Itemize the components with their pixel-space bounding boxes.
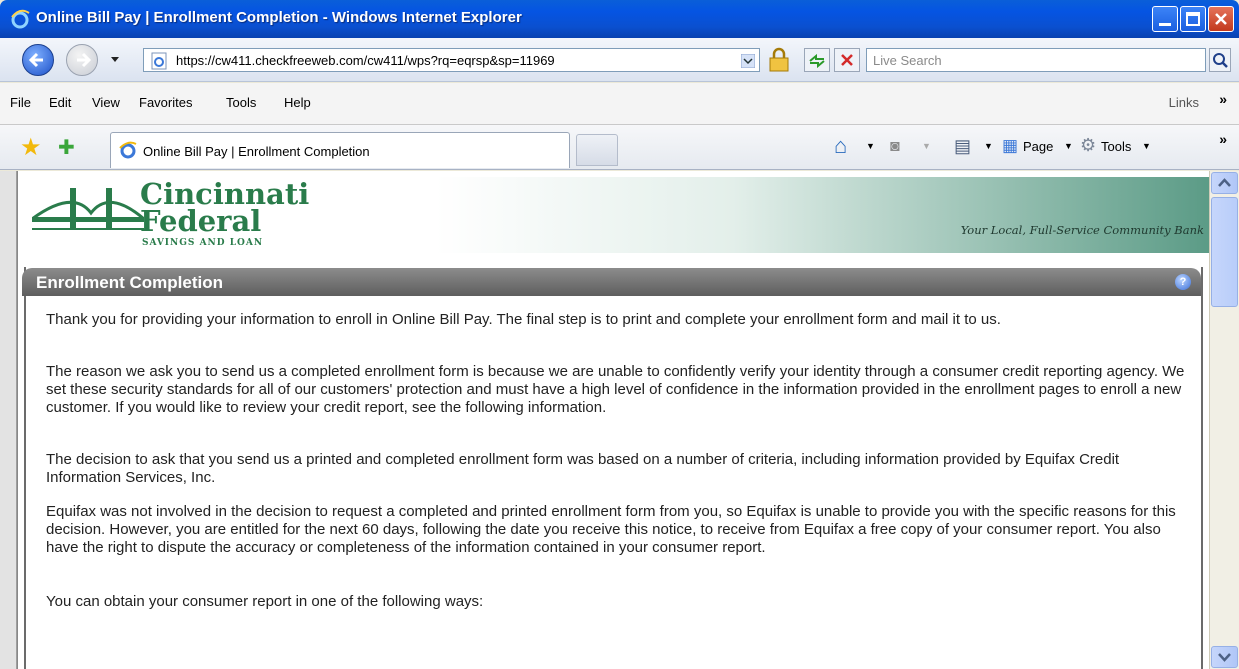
help-icon[interactable]: ?: [1175, 274, 1191, 290]
menu-tools[interactable]: Tools: [226, 95, 256, 110]
tab-bar: ★ ✚ Online Bill Pay | Enrollment Complet…: [0, 125, 1239, 170]
address-dropdown-icon[interactable]: [741, 54, 755, 68]
paragraph-equifax: Equifax was not involved in the decision…: [46, 503, 1176, 556]
menu-favorites[interactable]: Favorites: [139, 95, 192, 110]
close-icon: [1215, 13, 1227, 25]
feeds-icon[interactable]: ◙: [890, 138, 900, 156]
panel-header: Enrollment Completion ?: [22, 268, 1201, 296]
paragraph-decision: The decision to ask that you send us a p…: [46, 451, 1120, 486]
bank-name-line2: Federal: [140, 204, 262, 238]
add-favorite-icon[interactable]: ✚: [58, 135, 75, 160]
refresh-icon: [809, 53, 825, 69]
refresh-button[interactable]: [804, 48, 830, 72]
forward-arrow-icon: [77, 52, 92, 68]
search-placeholder: Live Search: [873, 53, 942, 68]
stop-button[interactable]: [834, 48, 860, 72]
search-icon: [1213, 53, 1228, 68]
lock-icon[interactable]: [767, 47, 791, 73]
close-button[interactable]: [1208, 6, 1234, 32]
back-button[interactable]: [22, 44, 54, 76]
page-viewport: Cincinnati Federal SAVINGS AND LOAN Your…: [17, 171, 1209, 669]
vertical-scrollbar[interactable]: [1209, 171, 1239, 669]
menu-file[interactable]: File: [10, 95, 31, 110]
window-title-bar[interactable]: Online Bill Pay | Enrollment Completion …: [0, 0, 1239, 38]
links-toolbar[interactable]: Links: [1169, 95, 1199, 110]
address-input[interactable]: https://cw411.checkfreeweb.com/cw411/wps…: [143, 48, 760, 72]
bank-tagline: Your Local, Full-Service Community Bank: [960, 223, 1204, 237]
menu-edit[interactable]: Edit: [49, 95, 71, 110]
menu-help[interactable]: Help: [284, 95, 311, 110]
tab-active[interactable]: Online Bill Pay | Enrollment Completion: [110, 132, 570, 168]
bank-subtitle: SAVINGS AND LOAN: [142, 238, 264, 248]
page-icon: [151, 52, 167, 70]
page-title: Enrollment Completion: [36, 273, 223, 292]
page-dropdown-icon[interactable]: ▼: [1064, 141, 1073, 151]
bank-logo-name: Cincinnati Federal: [140, 180, 309, 238]
chevron-up-icon: [1218, 178, 1231, 187]
page-menu-icon: ▦: [1002, 136, 1019, 155]
search-input[interactable]: Live Search: [866, 48, 1206, 72]
ie-logo-icon: [11, 9, 30, 29]
scroll-up-button[interactable]: [1211, 172, 1238, 194]
tools-menu[interactable]: Tools: [1101, 139, 1131, 154]
stop-icon: [841, 54, 853, 66]
maximize-button[interactable]: [1180, 6, 1206, 32]
address-url: https://cw411.checkfreeweb.com/cw411/wps…: [176, 53, 555, 68]
chevron-more-icon[interactable]: »: [1219, 131, 1227, 147]
paragraph-intro: Thank you for providing your information…: [46, 311, 1001, 328]
minimize-button[interactable]: [1152, 6, 1178, 32]
menu-view[interactable]: View: [92, 95, 120, 110]
history-dropdown-icon[interactable]: [110, 56, 120, 64]
home-dropdown-icon[interactable]: ▼: [866, 141, 875, 151]
left-frame-border: [0, 171, 17, 669]
tools-dropdown-icon[interactable]: ▼: [1142, 141, 1151, 151]
home-icon[interactable]: ⌂: [834, 133, 847, 159]
window-title: Online Bill Pay | Enrollment Completion …: [36, 9, 522, 26]
address-bar: https://cw411.checkfreeweb.com/cw411/wps…: [0, 38, 1239, 82]
chevron-more-icon[interactable]: »: [1219, 91, 1227, 107]
forward-button[interactable]: [66, 44, 98, 76]
scroll-thumb[interactable]: [1211, 197, 1238, 307]
paragraph-obtain: You can obtain your consumer report in o…: [46, 593, 484, 610]
chevron-down-icon: [1218, 653, 1231, 662]
paragraph-reason: The reason we ask you to send us a compl…: [46, 363, 1185, 416]
ie-tab-icon: [119, 141, 137, 159]
print-icon[interactable]: ▤: [954, 136, 971, 157]
tab-label: Online Bill Pay | Enrollment Completion: [143, 144, 370, 159]
bank-header: Cincinnati Federal SAVINGS AND LOAN Your…: [18, 177, 1209, 253]
gear-icon: ⚙: [1080, 135, 1097, 155]
search-button[interactable]: [1209, 48, 1231, 72]
scroll-down-button[interactable]: [1211, 646, 1238, 668]
new-tab-button[interactable]: [576, 134, 618, 166]
page-menu[interactable]: Page: [1023, 139, 1053, 154]
bridge-logo-icon: [32, 188, 144, 230]
menu-bar: File Edit View Favorites Tools Help Link…: [0, 83, 1239, 125]
favorites-star-icon[interactable]: ★: [20, 133, 42, 162]
feeds-dropdown-icon[interactable]: ▼: [922, 141, 931, 151]
print-dropdown-icon[interactable]: ▼: [984, 141, 993, 151]
content-panel: Thank you for providing your information…: [24, 267, 1203, 669]
back-arrow-icon: [28, 52, 43, 68]
